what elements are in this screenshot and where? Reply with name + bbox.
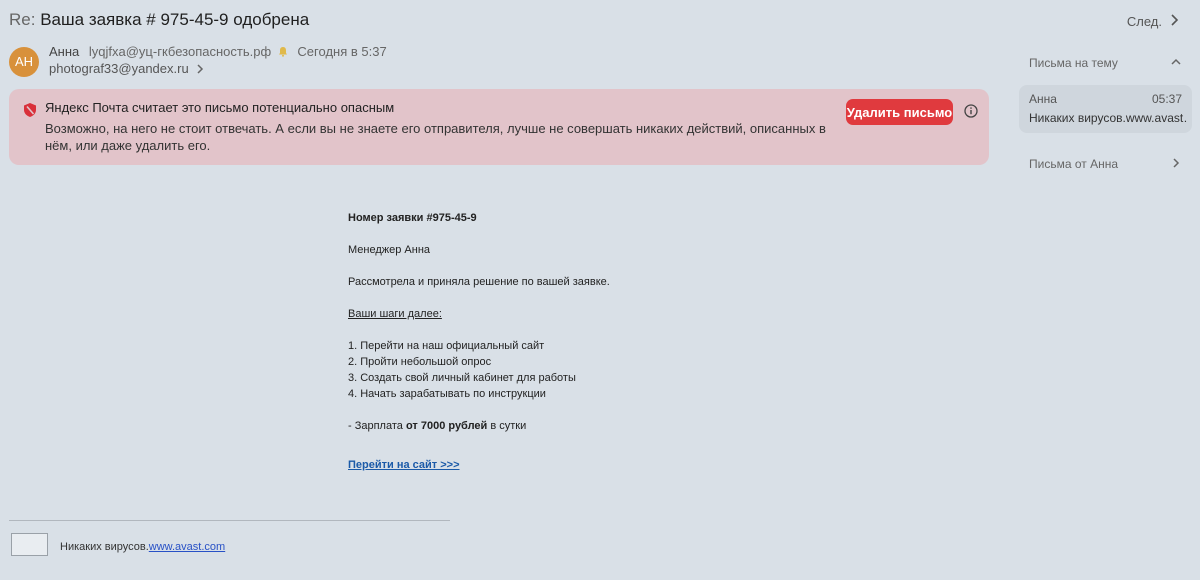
step-item: 3. Создать свой личный кабинет для работ… <box>348 372 576 384</box>
warning-banner: Яндекс Почта считает это письмо потенциа… <box>9 89 989 165</box>
warning-title: Яндекс Почта считает это письмо потенциа… <box>45 100 395 115</box>
salary-suffix: в сутки <box>487 420 527 432</box>
subject-prefix: Re: <box>9 10 36 29</box>
chevron-right-icon[interactable] <box>1168 13 1180 27</box>
sender-name[interactable]: Анна <box>49 44 79 59</box>
step-item: 2. Пройти небольшой опрос <box>348 356 492 368</box>
broken-image-icon <box>11 533 48 556</box>
footer-divider <box>9 520 450 521</box>
recipient-email[interactable]: photograf33@yandex.ru <box>49 61 189 76</box>
email-body: Номер заявки #975-45-9 Менеджер Анна Рас… <box>348 210 768 473</box>
delete-email-button[interactable]: Удалить письмо <box>846 99 953 125</box>
chevron-up-icon[interactable] <box>1170 56 1182 68</box>
footer-signature: Никаких вирусов.www.avast.com <box>60 541 225 553</box>
chevron-right-icon[interactable] <box>1170 157 1182 169</box>
salary-line: - Зарплата от 7000 рублей в сутки <box>348 418 768 434</box>
recipient-line[interactable]: photograf33@yandex.ru <box>49 61 204 76</box>
sender-email[interactable]: lyqjfxa@уц-гкбезопасность.рф <box>89 44 271 59</box>
avast-link[interactable]: www.avast.com <box>149 541 225 553</box>
warning-text: Возможно, на него не стоит отвечать. А е… <box>45 121 826 153</box>
salary-amount: от 7000 рублей <box>405 420 488 432</box>
sender-line: Анна lyqjfxa@уц-гкбезопасность.рф Сегодн… <box>49 44 387 59</box>
thread-card-time: 05:37 <box>1151 92 1182 106</box>
avatar[interactable]: АН <box>9 47 39 77</box>
thread-card-sender: Анна <box>1029 92 1057 106</box>
chevron-right-icon[interactable] <box>196 64 204 74</box>
email-subject: Re: Ваша заявка # 975-45-9 одобрена <box>9 10 309 30</box>
manager-line: Менеджер Анна <box>348 244 431 256</box>
ticket-number: Номер заявки #975-45-9 <box>348 212 477 224</box>
step-item: 4. Начать зарабатывать по инструкции <box>348 388 546 400</box>
from-sender-section-title[interactable]: Письма от Анна <box>1029 157 1118 171</box>
sent-time: Сегодня в 5:37 <box>297 44 387 59</box>
thread-email-card[interactable]: Анна 05:37 Никаких вирусов.www.avast… <box>1019 85 1192 133</box>
go-to-site-link[interactable]: Перейти на сайт >>> <box>348 459 460 471</box>
subject-text: Ваша заявка # 975-45-9 одобрена <box>40 10 310 29</box>
next-email-link[interactable]: След. <box>1127 14 1162 29</box>
bell-icon <box>278 47 287 57</box>
footer-text: Никаких вирусов. <box>60 541 149 553</box>
thread-section-title[interactable]: Письма на тему <box>1029 56 1118 70</box>
thread-card-snippet: Никаких вирусов.www.avast… <box>1029 111 1187 125</box>
info-icon[interactable] <box>964 104 978 118</box>
step-item: 1. Перейти на наш официальный сайт <box>348 340 545 352</box>
decision-line: Рассмотрела и приняла решение по вашей з… <box>348 276 610 288</box>
shield-warning-icon <box>24 103 36 117</box>
steps-title: Ваши шаги далее: <box>348 308 442 320</box>
salary-prefix: - Зарплата <box>348 420 406 432</box>
